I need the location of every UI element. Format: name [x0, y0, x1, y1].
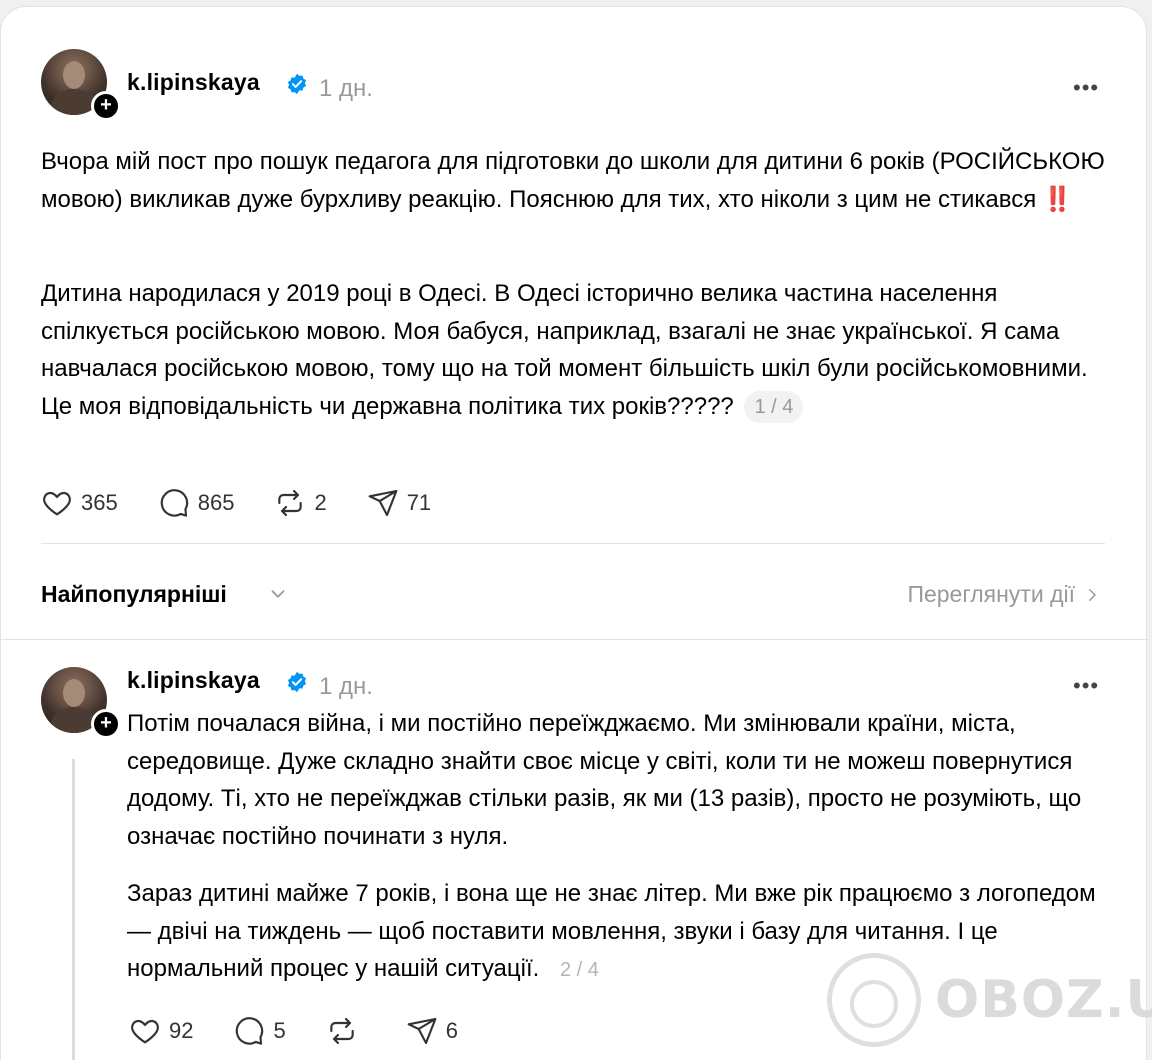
share-icon	[368, 489, 398, 517]
view-activity-link[interactable]: Переглянути дії	[907, 581, 1101, 608]
post-time[interactable]: 1 дн.	[319, 75, 373, 103]
comment-button[interactable]: 865	[158, 487, 235, 519]
heart-icon	[131, 1019, 159, 1044]
plus-icon[interactable]: +	[91, 91, 121, 121]
repost-button[interactable]	[326, 1015, 366, 1047]
post-paragraph: Вчора мій пост про пошук педагога для пі…	[41, 148, 1105, 213]
comment-button[interactable]: 5	[233, 1015, 286, 1047]
share-count: 6	[445, 1018, 458, 1043]
share-icon	[407, 1017, 437, 1045]
threads-card: + k.lipinskaya 1 дн. ••• Вчора мій пост …	[0, 6, 1152, 1060]
repost-button[interactable]: 2	[274, 487, 327, 519]
comment-icon	[236, 1017, 264, 1045]
username[interactable]: k.lipinskaya	[127, 667, 260, 694]
share-button[interactable]: 71	[367, 487, 431, 519]
divider	[41, 543, 1105, 544]
sort-row: Найпопулярніші Переглянути дії	[41, 579, 1105, 619]
chevron-down-icon[interactable]	[267, 583, 289, 605]
avatar-container[interactable]: +	[41, 667, 121, 739]
post-paragraph: Потім почалася війна, і ми постійно пере…	[127, 710, 1082, 850]
post-text: Дитина народилася у 2019 році в Одесі. В…	[41, 280, 1088, 420]
verified-icon	[287, 73, 307, 95]
share-button[interactable]: 6	[406, 1015, 458, 1047]
username[interactable]: k.lipinskaya	[127, 69, 260, 96]
chevron-right-icon	[1089, 588, 1096, 601]
watermark: OBOZ.UA	[827, 953, 1152, 1047]
plus-icon[interactable]: +	[91, 709, 121, 739]
repost-icon	[330, 1017, 354, 1045]
post-paragraph: Дитина народилася у 2019 році в Одесі. В…	[41, 275, 1091, 425]
like-button[interactable]: 92	[129, 1015, 193, 1047]
repost-count: 2	[314, 490, 327, 515]
post-actions: 365 865 2 71	[41, 487, 471, 519]
sort-dropdown[interactable]: Найпопулярніші	[41, 581, 227, 608]
watermark-text: OBOZ.UA	[935, 970, 1152, 1030]
comment-icon	[160, 489, 188, 517]
watermark-logo	[827, 953, 921, 1047]
post-actions: 92 5 6	[129, 1015, 498, 1047]
like-count: 365	[81, 490, 118, 515]
post-time[interactable]: 1 дн.	[319, 673, 373, 701]
thread-pager: 2 / 4	[559, 958, 599, 981]
verified-icon	[287, 671, 307, 693]
comment-count: 5	[273, 1018, 286, 1043]
heart-icon	[43, 491, 71, 516]
avatar-container[interactable]: +	[41, 49, 121, 121]
like-count: 92	[169, 1018, 194, 1043]
share-count: 71	[406, 490, 432, 515]
section-divider	[1, 639, 1148, 640]
more-icon[interactable]: •••	[1073, 75, 1099, 101]
thread-pager: 1 / 4	[744, 391, 804, 424]
more-icon[interactable]: •••	[1073, 673, 1099, 699]
repost-icon	[278, 489, 303, 517]
view-activity-label: Переглянути дії	[907, 581, 1075, 607]
like-button[interactable]: 365	[41, 487, 118, 519]
thread-line	[72, 759, 75, 1060]
comment-count: 865	[197, 490, 235, 515]
